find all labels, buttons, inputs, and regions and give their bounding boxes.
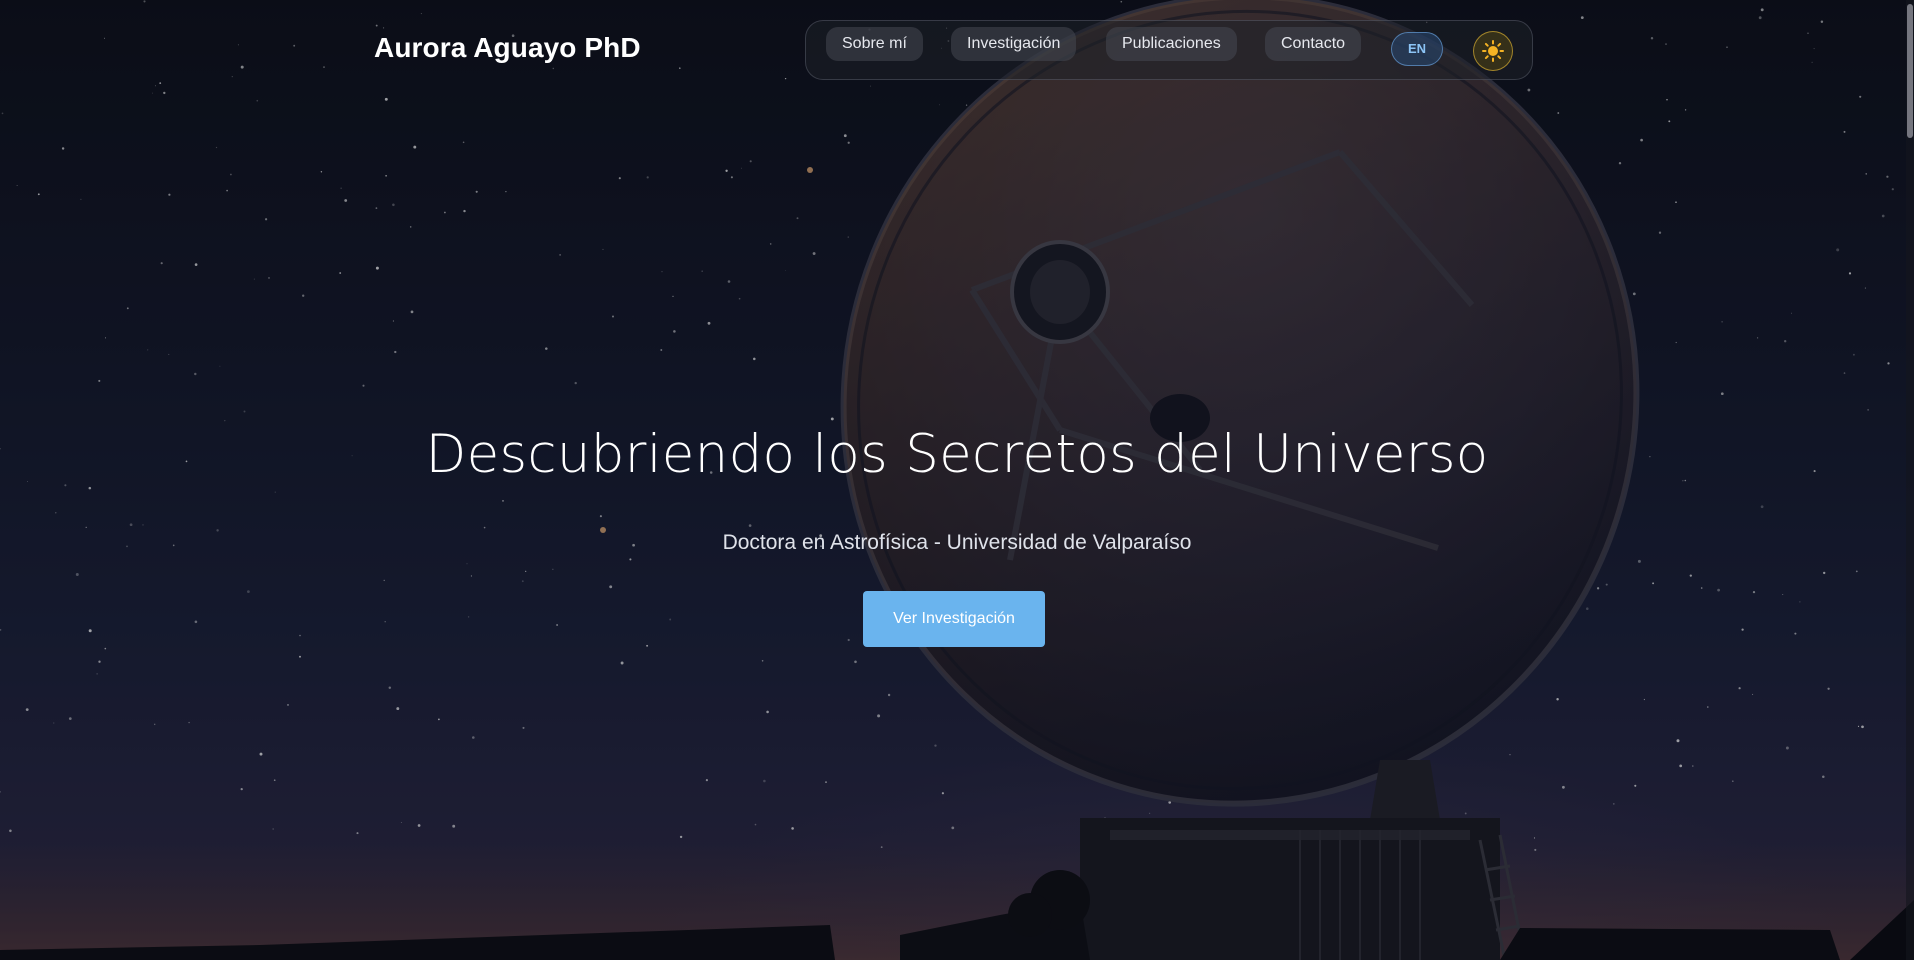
sun-icon [1482,40,1504,62]
view-research-button[interactable]: Ver Investigación [863,591,1045,647]
site-brand[interactable]: Aurora Aguayo PhD [374,32,641,64]
page-scrollbar[interactable] [1906,0,1914,960]
hero-title: Descubriendo los Secretos del Universo [425,424,1489,485]
nav-link-contacto[interactable]: Contacto [1265,27,1362,61]
main-navigation: Sobre mí Investigación Publicaciones Con… [805,20,1533,80]
nav-link-investigacion[interactable]: Investigación [951,27,1077,61]
hero-section: Aurora Aguayo PhD Sobre mí Investigación… [0,0,1914,960]
theme-toggle-button[interactable] [1473,31,1513,71]
language-toggle-button[interactable]: EN [1391,32,1443,66]
scrollbar-thumb[interactable] [1907,4,1913,138]
nav-link-sobre-mi[interactable]: Sobre mí [826,27,923,61]
hero-subtitle: Doctora en Astrofísica - Universidad de … [722,531,1192,554]
nav-link-publicaciones[interactable]: Publicaciones [1106,27,1237,61]
